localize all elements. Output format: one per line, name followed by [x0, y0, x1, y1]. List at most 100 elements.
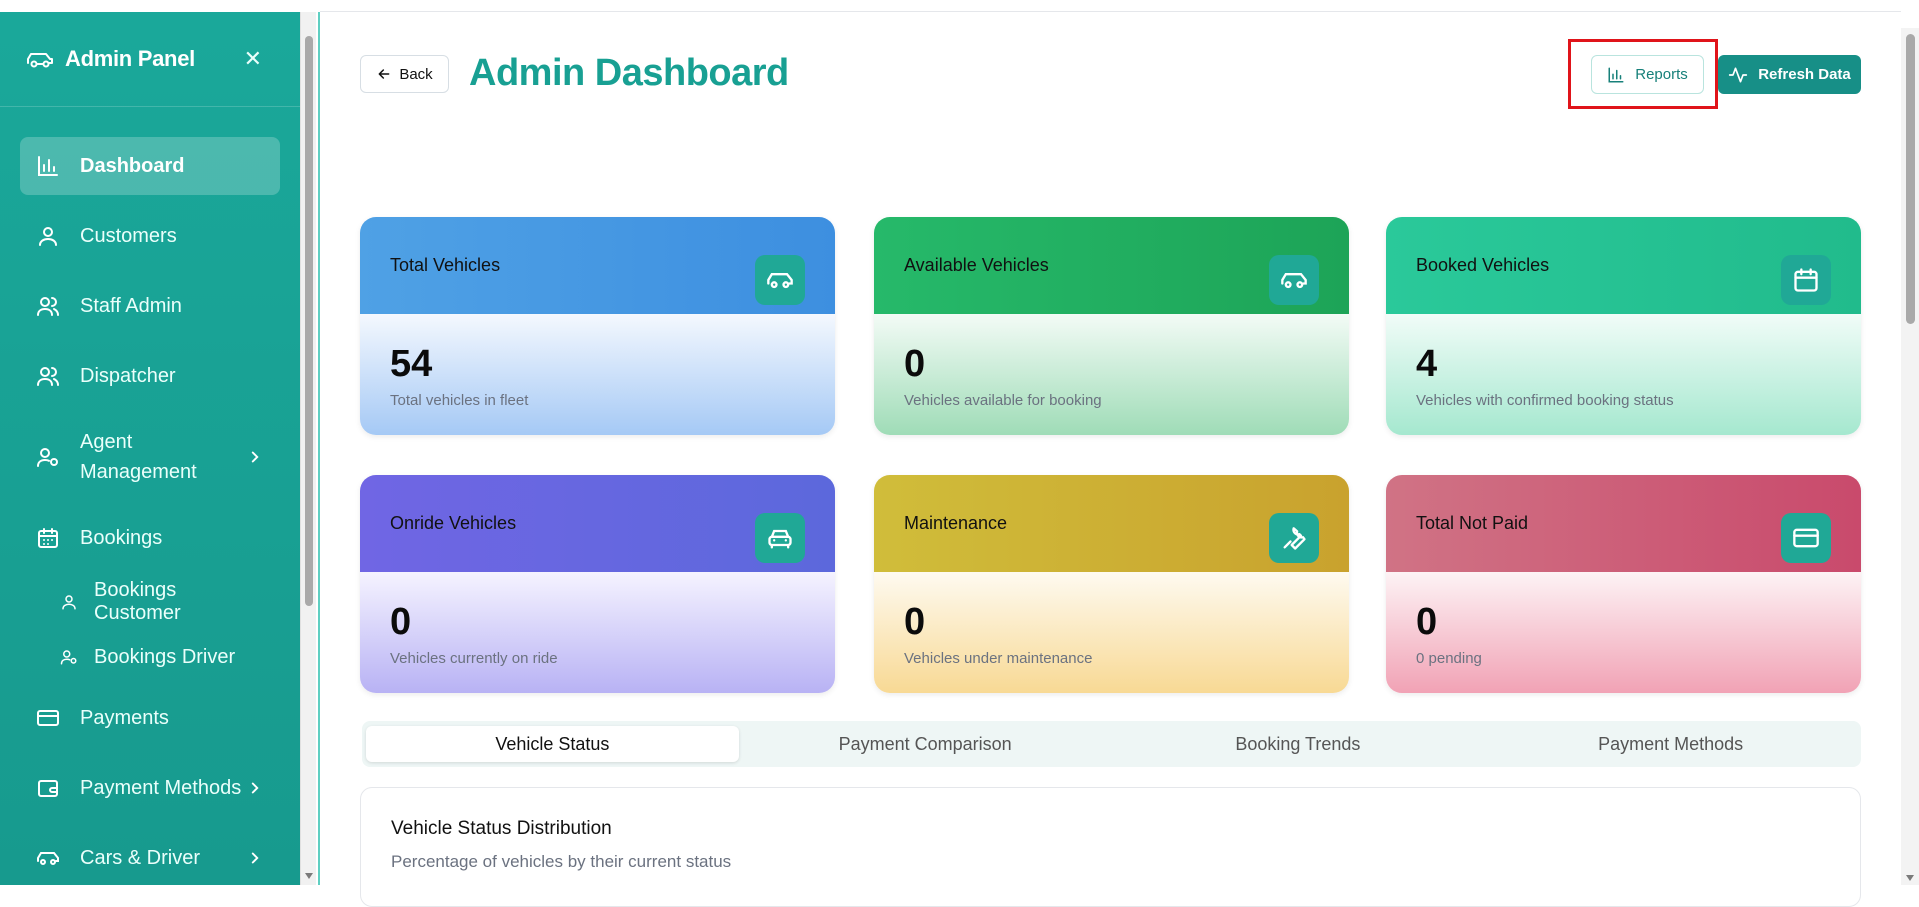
card-header: Booked Vehicles [1386, 217, 1861, 314]
sidebar-item-bookings[interactable]: Bookings [20, 509, 280, 567]
sidebar-item-label-line2: Management [80, 461, 197, 483]
bar-chart-icon [1608, 67, 1624, 82]
chevron-right-icon [251, 782, 259, 794]
user-cog-icon [60, 650, 77, 665]
card-title: Total Vehicles [390, 255, 501, 275]
card-description: 0 pending [1416, 650, 1482, 667]
card-body: 0 Vehicles currently on ride [360, 572, 835, 693]
sidebar-item-label-group: Agent Management [80, 427, 197, 487]
scroll-down-arrow-icon[interactable] [1906, 875, 1914, 881]
sidebar-item-label: Payments [80, 706, 169, 729]
credit-card-icon [1793, 528, 1819, 548]
card-header: Available Vehicles [874, 217, 1349, 314]
chart-tabs: Vehicle Status Payment Comparison Bookin… [362, 721, 1861, 767]
refresh-label: Refresh Data [1758, 66, 1851, 83]
scrollbar-thumb[interactable] [305, 36, 313, 606]
sidebar-title: Admin Panel [65, 46, 195, 71]
sidebar-item-bookings-customer[interactable]: Bookings Customer [20, 579, 280, 625]
card-header: Total Vehicles [360, 217, 835, 314]
card-icon-box [755, 255, 805, 305]
scroll-down-arrow-icon[interactable] [305, 873, 313, 879]
reports-button[interactable]: Reports [1591, 55, 1704, 94]
bar-chart-icon [38, 156, 58, 176]
card-icon-box [1781, 255, 1831, 305]
page-title: Admin Dashboard [469, 52, 789, 94]
user-icon [62, 595, 76, 610]
car-icon [1281, 273, 1307, 289]
calendar-icon [38, 528, 58, 548]
card-value: 0 [1416, 601, 1438, 643]
vehicle-status-panel: Vehicle Status Distribution Percentage o… [360, 787, 1861, 907]
car-icon [767, 273, 793, 289]
activity-icon [1729, 67, 1748, 82]
tab-booking-trends[interactable]: Booking Trends [1112, 726, 1485, 762]
sidebar-item-dispatcher[interactable]: Dispatcher [20, 347, 280, 405]
sidebar-nav: Dashboard Customers Staff Admin Dispatch… [0, 107, 300, 885]
stat-card-booked-vehicles: Booked Vehicles 4 Vehicles with confirme… [1386, 217, 1861, 435]
arrow-left-icon [378, 69, 390, 79]
card-header: Onride Vehicles [360, 475, 835, 572]
card-description: Vehicles available for booking [904, 392, 1102, 409]
sidebar-item-cars-driver[interactable]: Cars & Driver [20, 829, 280, 885]
chevron-right-icon [251, 451, 259, 463]
sidebar-item-agent-management[interactable]: Agent Management [20, 417, 280, 497]
back-label: Back [399, 65, 433, 83]
tab-vehicle-status[interactable]: Vehicle Status [366, 726, 739, 762]
users-icon [37, 297, 59, 316]
sidebar-item-label: Customers [80, 224, 177, 247]
users-icon [37, 367, 59, 386]
sidebar-item-label: Bookings Driver [94, 645, 236, 668]
card-body: 0 Vehicles under maintenance [874, 572, 1349, 693]
sidebar-item-dashboard[interactable]: Dashboard [20, 137, 280, 195]
card-description: Vehicles currently on ride [390, 650, 558, 667]
card-icon-box [755, 513, 805, 563]
main-scrollbar[interactable] [1901, 28, 1919, 885]
tab-payment-comparison[interactable]: Payment Comparison [739, 726, 1112, 762]
card-value: 0 [904, 343, 926, 385]
calendar-icon [1794, 268, 1818, 292]
user-icon [39, 227, 57, 246]
wrench-icon [1283, 527, 1306, 550]
sidebar-divider [318, 12, 320, 885]
sidebar-item-label: Dashboard [80, 154, 185, 177]
stat-card-onride-vehicles: Onride Vehicles 0 Vehicles currently on … [360, 475, 835, 693]
card-description: Vehicles with confirmed booking status [1416, 392, 1674, 409]
sidebar-scrollbar[interactable] [300, 12, 316, 885]
stat-card-maintenance: Maintenance 0 Vehicles under maintenance [874, 475, 1349, 693]
sidebar: Admin Panel ✕ Dashboard Customers Staff … [0, 12, 300, 885]
card-description: Total vehicles in fleet [390, 392, 529, 409]
sidebar-item-label: Staff Admin [80, 294, 182, 317]
wallet-icon [38, 780, 58, 797]
sidebar-item-label: Agent [80, 431, 133, 453]
card-body: 0 0 pending [1386, 572, 1861, 693]
card-title: Total Not Paid [1416, 513, 1529, 533]
sidebar-item-payments[interactable]: Payments [20, 689, 280, 747]
sidebar-item-label: Dispatcher [80, 364, 176, 387]
sidebar-item-label: Payment Methods [80, 776, 242, 799]
refresh-data-button[interactable]: Refresh Data [1718, 55, 1861, 94]
back-button[interactable]: Back [360, 55, 449, 93]
sidebar-item-payment-methods[interactable]: Payment Methods [20, 759, 280, 817]
sidebar-item-staff-admin[interactable]: Staff Admin [20, 277, 280, 335]
card-title: Available Vehicles [904, 255, 1049, 275]
tab-payment-methods[interactable]: Payment Methods [1484, 726, 1857, 762]
sidebar-item-bookings-driver[interactable]: Bookings Driver [20, 634, 280, 680]
card-value: 0 [904, 601, 926, 643]
panel-title: Vehicle Status Distribution [391, 818, 612, 839]
card-body: 0 Vehicles available for booking [874, 314, 1349, 435]
sidebar-item-label: Bookings [80, 526, 163, 549]
card-icon-box [1781, 513, 1831, 563]
reports-label: Reports [1635, 66, 1688, 83]
card-body: 54 Total vehicles in fleet [360, 314, 835, 435]
sidebar-item-customers[interactable]: Customers [20, 207, 280, 265]
card-value: 4 [1416, 343, 1438, 385]
card-icon-box [1269, 513, 1319, 563]
stat-card-available-vehicles: Available Vehicles 0 Vehicles available … [874, 217, 1349, 435]
credit-card-icon [37, 710, 59, 726]
scrollbar-thumb[interactable] [1906, 34, 1915, 324]
close-icon[interactable]: ✕ [244, 46, 262, 72]
card-description: Vehicles under maintenance [904, 650, 1093, 667]
card-header: Maintenance [874, 475, 1349, 572]
sidebar-header: Admin Panel ✕ [0, 12, 300, 107]
sidebar-item-label: Bookings Customer [94, 579, 181, 624]
